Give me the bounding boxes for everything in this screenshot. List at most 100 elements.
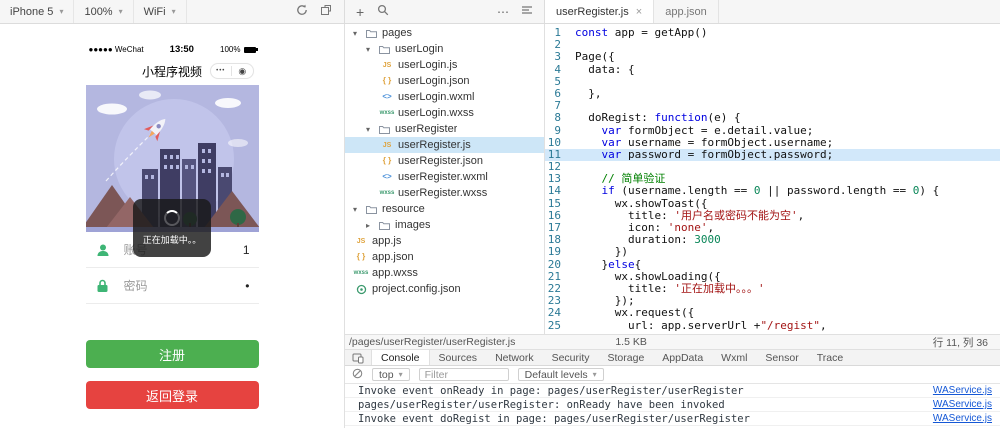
code-line-25[interactable]: 25 url: app.serverUrl +"/regist",: [545, 318, 1000, 332]
log-source-link[interactable]: WAService.js: [925, 385, 992, 396]
search-icon[interactable]: [377, 4, 389, 19]
tree-item-label: userRegister.json: [398, 155, 483, 167]
folder-icon: [376, 221, 392, 230]
tree-item-label: userLogin: [395, 43, 444, 55]
code-line-11[interactable]: 11 var password = formObject.password;: [545, 148, 1000, 162]
file-type-icon-wxml: <>: [382, 172, 392, 181]
chevron-down-icon[interactable]: ▾: [353, 205, 363, 214]
rotate-device-icon[interactable]: [296, 4, 308, 19]
file-tree: ▾ pages ▾ userLogin JS userLogin.js{ } userLog…: [345, 24, 545, 334]
carrier-label: ●●●●● WeChat: [88, 45, 144, 54]
code-text: Page({: [575, 50, 615, 64]
console-tab-storage[interactable]: Storage: [599, 350, 654, 365]
code-line-3[interactable]: 3 Page({: [545, 51, 1000, 63]
tree-item-label: resource: [382, 203, 425, 215]
phone-screen: ●●●●● WeChat 13:50 100% 小程序视频 ••• ◉ 1 密码…: [81, 41, 260, 409]
network-selector-label: WiFi: [143, 5, 166, 18]
tree-file-project.config.json[interactable]: project.config.json: [345, 281, 544, 297]
line-number: 25: [547, 318, 561, 332]
code-line-6[interactable]: 6 },: [545, 87, 1000, 100]
code-text: }else{: [575, 257, 642, 271]
console-log-row: pages/userRegister/userRegister: onReady…: [345, 398, 1000, 412]
tree-file-userRegister.wxml[interactable]: <> userRegister.wxml: [345, 169, 544, 185]
network-selector[interactable]: WiFi ▾: [134, 0, 187, 23]
tab-userregister-js[interactable]: userRegister.js ×: [545, 0, 655, 23]
tree-item-label: app.js: [372, 235, 402, 247]
tree-file-userRegister.json[interactable]: { } userRegister.json: [345, 153, 544, 169]
code-line-20[interactable]: 20 }else{: [545, 257, 1000, 271]
tab-app-json[interactable]: app.json: [654, 0, 719, 23]
tree-item-label: userLogin.json: [398, 75, 470, 87]
folder-icon: [376, 45, 392, 54]
console-tab-sources[interactable]: Sources: [430, 350, 487, 365]
console-tab-wxml[interactable]: Wxml: [712, 350, 756, 365]
tree-file-app.json[interactable]: { } app.json: [345, 249, 544, 265]
back-to-login-button[interactable]: 返回登录: [85, 381, 259, 409]
add-file-icon[interactable]: +: [356, 5, 364, 19]
more-options-icon[interactable]: ⋯: [497, 5, 510, 19]
code-line-14[interactable]: 14 if (username.length == 0 || password.…: [545, 185, 1000, 197]
code-area: 1 const app = getApp() 2 3 Page({4 data: {5 6…: [545, 24, 1000, 334]
code-text: wx.request({: [575, 306, 695, 320]
console-logs: Invoke event onReady in page: pages/user…: [345, 384, 1000, 426]
tree-file-app.wxss[interactable]: wxss app.wxss: [345, 265, 544, 281]
tree-item-label: userRegister.wxss: [398, 187, 488, 199]
chevron-down-icon[interactable]: ▾: [353, 29, 363, 38]
console-tab-console[interactable]: Console: [372, 350, 430, 365]
tree-file-userLogin.wxml[interactable]: <> userLogin.wxml: [345, 89, 544, 105]
page-title: 小程序视频: [141, 65, 202, 79]
capsule-menu: ••• ◉: [209, 63, 254, 79]
console-tab-security[interactable]: Security: [543, 350, 599, 365]
zoom-selector[interactable]: 100% ▾: [74, 0, 134, 23]
tree-folder-images[interactable]: ▸ images: [345, 217, 544, 233]
console-log-row: Invoke event onReady in page: pages/user…: [345, 384, 1000, 398]
clear-console-icon[interactable]: [352, 368, 363, 382]
password-field[interactable]: 密码 •: [85, 268, 259, 304]
undock-window-icon[interactable]: [320, 4, 332, 19]
code-line-1[interactable]: 1 const app = getApp(): [545, 26, 1000, 39]
code-line-4[interactable]: 4 data: {: [545, 62, 1000, 76]
more-icon[interactable]: •••: [211, 68, 232, 74]
file-path-label: /pages/userRegister/userRegister.js: [349, 336, 516, 348]
tree-folder-userRegister[interactable]: ▾ userRegister: [345, 121, 544, 137]
tree-file-userLogin.js[interactable]: JS userLogin.js: [345, 57, 544, 73]
exit-miniprogram-icon[interactable]: ◉: [232, 66, 253, 77]
chevron-down-icon[interactable]: ▾: [366, 125, 376, 134]
tree-file-userRegister.js[interactable]: JS userRegister.js: [345, 137, 544, 153]
register-button[interactable]: 注册: [85, 340, 259, 368]
chevron-down-icon[interactable]: ▾: [366, 45, 376, 54]
tree-file-userLogin.wxss[interactable]: wxss userLogin.wxss: [345, 105, 544, 121]
inspect-device-icon[interactable]: [345, 350, 372, 365]
tree-folder-userLogin[interactable]: ▾ userLogin: [345, 41, 544, 57]
chevron-right-icon[interactable]: ▸: [366, 221, 376, 230]
code-text: doRegist: function(e) {: [575, 111, 741, 125]
folder-icon: [363, 205, 379, 214]
tree-folder-resource[interactable]: ▾ resource: [345, 201, 544, 217]
spinner-icon: [164, 210, 180, 226]
log-levels-selector[interactable]: Default levels ▾: [517, 368, 604, 381]
device-selector[interactable]: iPhone 5 ▾: [0, 0, 75, 23]
console-tab-appdata[interactable]: AppData: [653, 350, 712, 365]
tree-folder-pages[interactable]: ▾ pages: [345, 25, 544, 41]
console-panel: Console Sources Network Security Storage AppD…: [345, 349, 1000, 428]
phone-nav-bar: 小程序视频 ••• ◉: [86, 58, 259, 85]
console-tab-trace[interactable]: Trace: [808, 350, 852, 365]
tree-file-app.js[interactable]: JS app.js: [345, 233, 544, 249]
log-source-link[interactable]: WAService.js: [925, 413, 992, 424]
close-icon[interactable]: ×: [636, 6, 642, 18]
password-value: •: [245, 278, 250, 293]
line-number: 4: [554, 62, 561, 76]
tree-item-label: userLogin.js: [398, 59, 458, 71]
line-number: 3: [554, 50, 561, 64]
log-source-link[interactable]: WAService.js: [925, 399, 992, 410]
console-tab-network[interactable]: Network: [486, 350, 543, 365]
code-line-5[interactable]: 5: [545, 75, 1000, 88]
zoom-selector-label: 100%: [84, 5, 113, 18]
collapse-all-icon[interactable]: [521, 4, 533, 19]
tree-file-userRegister.wxss[interactable]: wxss userRegister.wxss: [345, 185, 544, 201]
file-type-icon-json: { }: [356, 252, 366, 261]
console-filter-input[interactable]: [418, 368, 509, 381]
tree-file-userLogin.json[interactable]: { } userLogin.json: [345, 73, 544, 89]
context-selector[interactable]: top ▾: [372, 368, 410, 381]
console-tab-sensor[interactable]: Sensor: [756, 350, 807, 365]
